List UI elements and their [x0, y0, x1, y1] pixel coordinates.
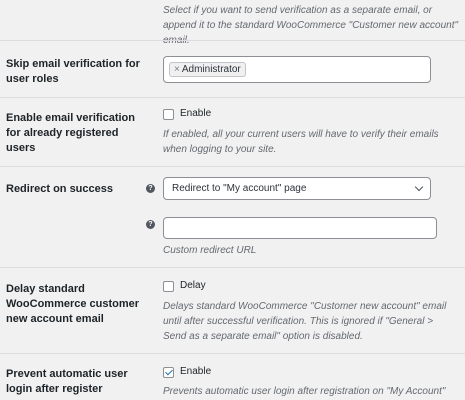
custom-redirect-url-description: Custom redirect URL	[163, 245, 257, 256]
chevron-down-icon	[414, 182, 424, 192]
help-icon[interactable]: ?	[146, 220, 155, 229]
prevent-login-label: Prevent automatic user login after regis…	[6, 368, 128, 395]
redirect-label: Redirect on success	[6, 183, 113, 195]
divider	[0, 97, 465, 98]
divider	[0, 267, 465, 268]
redirect-select-value: Redirect to "My account" page	[172, 183, 307, 194]
role-tag-label: Administrator	[181, 64, 241, 75]
prevent-login-checkbox-label[interactable]: Enable	[180, 365, 211, 379]
delay-description: Delays standard WooCommerce "Customer ne…	[163, 301, 447, 342]
send-as-description: Select if you want to send verification …	[163, 5, 459, 46]
prevent-login-description: Prevents automatic user login after regi…	[163, 386, 446, 397]
redirect-select[interactable]: Redirect to "My account" page	[163, 177, 431, 200]
checkmark-icon	[165, 367, 173, 376]
divider	[0, 353, 465, 354]
prevent-login-checkbox[interactable]	[163, 367, 174, 378]
remove-tag-icon[interactable]: ×	[174, 64, 180, 75]
skip-roles-label: Skip email verification for user roles	[6, 58, 140, 85]
skip-roles-multiselect[interactable]: × Administrator	[163, 56, 431, 83]
enable-registered-checkbox-label[interactable]: Enable	[180, 107, 211, 121]
role-tag-administrator[interactable]: × Administrator	[169, 62, 246, 77]
delay-checkbox[interactable]	[163, 281, 174, 292]
enable-registered-checkbox[interactable]	[163, 109, 174, 120]
delay-checkbox-label[interactable]: Delay	[180, 279, 206, 293]
help-icon[interactable]: ?	[146, 184, 155, 193]
custom-redirect-url-input[interactable]	[163, 217, 437, 239]
divider	[0, 166, 465, 167]
delay-label: Delay standard WooCommerce customer new …	[6, 283, 140, 325]
divider	[0, 40, 465, 41]
enable-registered-label: Enable email verification for already re…	[6, 112, 135, 154]
settings-page: Select if you want to send verification …	[0, 0, 465, 400]
enable-registered-description: If enabled, all your current users will …	[163, 129, 439, 155]
